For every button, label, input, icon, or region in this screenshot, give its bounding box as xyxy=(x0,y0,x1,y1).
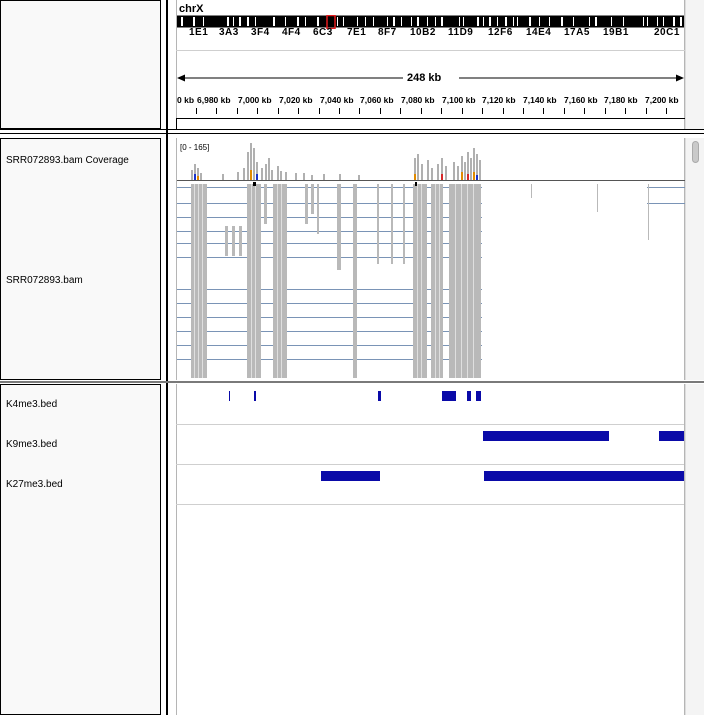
k27me3-feature[interactable] xyxy=(484,471,684,481)
ruler-tick xyxy=(257,108,258,114)
ruler-tick xyxy=(380,108,381,114)
ruler-tick xyxy=(441,108,442,114)
k4me3-track-name[interactable]: K4me3.bed xyxy=(6,399,57,410)
band-label: 10B2 xyxy=(410,27,436,38)
k9me3-feature[interactable] xyxy=(483,431,609,441)
k27me3-feature[interactable] xyxy=(321,471,380,481)
ruler-tick xyxy=(666,108,667,114)
band-label: 8F7 xyxy=(378,27,397,38)
k9me3-track-name[interactable]: K9me3.bed xyxy=(6,439,57,450)
ruler-tick xyxy=(421,108,422,114)
span-label: 248 kb xyxy=(407,72,442,84)
ruler-tick xyxy=(605,108,606,114)
feature-name-panel xyxy=(0,384,161,715)
ruler-label: 7,160 kb xyxy=(564,95,598,105)
ruler-label: 0 kb xyxy=(177,95,195,105)
band-label: 3A3 xyxy=(219,27,239,38)
ruler-tick xyxy=(564,108,565,114)
ruler-tick xyxy=(503,108,504,114)
ruler-label: 7,020 kb xyxy=(279,95,313,105)
track-separator xyxy=(176,424,684,425)
header-right-scroll-area[interactable] xyxy=(685,0,704,129)
k4me3-feature[interactable] xyxy=(467,391,471,401)
ruler-label: 7,120 kb xyxy=(482,95,516,105)
ruler-tick xyxy=(278,108,279,114)
coverage-histogram[interactable] xyxy=(177,138,685,182)
data-scrollbar-thumb[interactable] xyxy=(692,141,699,163)
band-label: 4F4 xyxy=(282,27,301,38)
coverage-mismatch-marks xyxy=(194,170,478,180)
ruler-label: 6,980 kb xyxy=(197,95,231,105)
ruler-label: 7,140 kb xyxy=(523,95,557,105)
track-separator xyxy=(176,464,684,465)
ruler-tick xyxy=(523,108,524,114)
ruler-tick xyxy=(319,108,320,114)
band-label: 11D9 xyxy=(448,27,474,38)
band-label: 19B1 xyxy=(603,27,629,38)
ruler-tick xyxy=(462,108,463,114)
band-label: 7E1 xyxy=(347,27,367,38)
band-label: 1E1 xyxy=(189,27,209,38)
data-scrollbar[interactable] xyxy=(685,138,704,380)
k4me3-feature[interactable] xyxy=(229,391,230,401)
alignment-track-name[interactable]: SRR072893.bam xyxy=(6,275,83,286)
feature-right-area[interactable] xyxy=(685,384,704,715)
band-label: 20C1 xyxy=(654,27,680,38)
ruler-left-edge xyxy=(176,118,177,129)
panel-gap-line xyxy=(0,381,704,383)
header-name-panel xyxy=(0,0,161,129)
ruler-tick xyxy=(359,108,360,114)
k4me3-feature[interactable] xyxy=(254,391,256,401)
ruler-label: 7,080 kb xyxy=(401,95,435,105)
read-blocks xyxy=(191,184,649,378)
ruler-label: 7,200 kb xyxy=(645,95,679,105)
k4me3-feature[interactable] xyxy=(378,391,381,401)
ruler-label: 7,040 kb xyxy=(320,95,354,105)
ruler-tick xyxy=(584,108,585,114)
ruler-baseline xyxy=(176,118,685,119)
ruler-tick xyxy=(400,108,401,114)
band-label: 17A5 xyxy=(564,27,590,38)
ideogram-separator xyxy=(176,50,685,51)
ruler-label: 7,060 kb xyxy=(360,95,394,105)
ruler-tick xyxy=(543,108,544,114)
coverage-track-name[interactable]: SRR072893.bam Coverage xyxy=(6,155,129,166)
k9me3-feature[interactable] xyxy=(659,431,684,441)
k4me3-feature[interactable] xyxy=(442,391,456,401)
ruler-tick xyxy=(646,108,647,114)
band-label: 14E4 xyxy=(526,27,552,38)
alignment-reads[interactable] xyxy=(177,182,685,378)
read-marker xyxy=(415,182,417,186)
chromosome-name[interactable]: chrX xyxy=(179,3,203,15)
ruler-tick xyxy=(298,108,299,114)
k27me3-track-name[interactable]: K27me3.bed xyxy=(6,479,63,490)
band-label: 6C3 xyxy=(313,27,333,38)
ruler-tick xyxy=(339,108,340,114)
band-label: 3F4 xyxy=(251,27,270,38)
ruler-tick xyxy=(237,108,238,114)
data-name-panel xyxy=(0,138,161,380)
track-separator xyxy=(176,504,684,505)
ruler-label: 7,100 kb xyxy=(442,95,476,105)
ruler-tick xyxy=(625,108,626,114)
header-strip xyxy=(0,129,704,134)
ruler-tick xyxy=(482,108,483,114)
band-label: 12F6 xyxy=(488,27,513,38)
k4me3-feature[interactable] xyxy=(476,391,481,401)
ruler-tick xyxy=(216,108,217,114)
ruler-label: 7,000 kb xyxy=(238,95,272,105)
read-marker xyxy=(253,182,256,186)
ruler-label: 7,180 kb xyxy=(604,95,638,105)
ruler-tick xyxy=(196,108,197,114)
header-divider xyxy=(166,0,168,715)
